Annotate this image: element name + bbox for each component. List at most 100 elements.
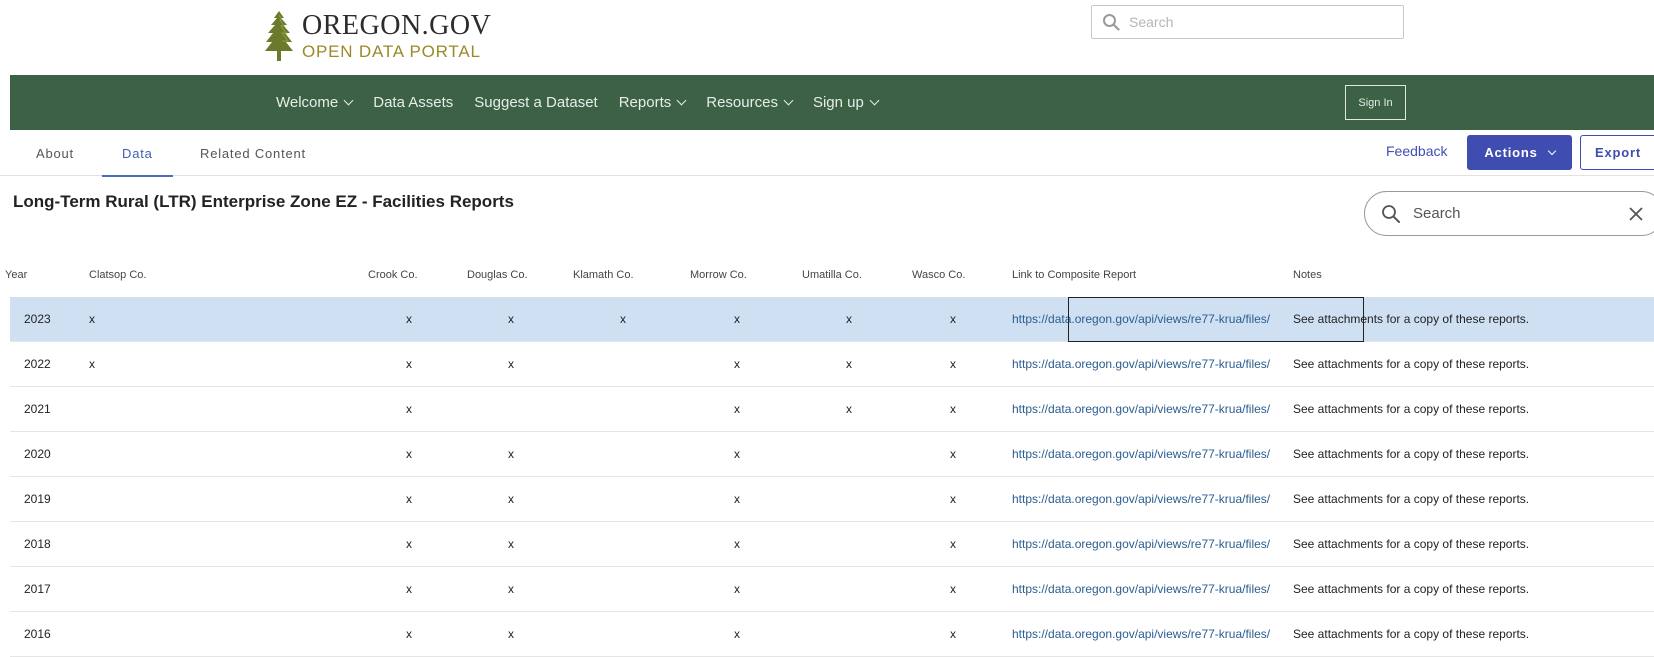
cell-link[interactable]: https://data.oregon.gov/api/views/re77-k… (1012, 537, 1297, 551)
search-icon (1103, 14, 1120, 31)
nav-item-suggest-a-dataset[interactable]: Suggest a Dataset (474, 94, 597, 111)
cell-morrow: x (734, 357, 740, 371)
cell-year: 2017 (24, 582, 51, 596)
cell-notes: See attachments for a copy of these repo… (1293, 357, 1530, 371)
cell-link[interactable]: https://data.oregon.gov/api/views/re77-k… (1012, 312, 1297, 326)
export-button[interactable]: Export (1580, 135, 1654, 170)
table-row[interactable]: 2019 x x x x https://data.oregon.gov/api/view… (10, 477, 1654, 522)
cell-year: 2019 (24, 492, 51, 506)
table-header: Year Clatsop Co. Crook Co. Douglas Co. Klama… (5, 255, 1654, 297)
cell-link[interactable]: https://data.oregon.gov/api/views/re77-k… (1012, 357, 1297, 371)
cell-year: 2020 (24, 447, 51, 461)
cell-crook: x (406, 357, 412, 371)
cell-crook: x (406, 312, 412, 326)
table-search-box[interactable] (1364, 191, 1654, 236)
cell-crook: x (406, 447, 412, 461)
table-body: 2023 x x x x x x x https://data.oregon.gov/api/v… (10, 297, 1654, 657)
column-header-morrow[interactable]: Morrow Co. (690, 269, 747, 281)
cell-crook: x (406, 582, 412, 596)
chevron-down-icon (783, 95, 794, 106)
cell-crook: x (406, 627, 412, 641)
cell-umatilla: x (846, 357, 852, 371)
site-search-input[interactable] (1129, 14, 1389, 30)
cell-crook: x (406, 402, 412, 416)
table-search-input[interactable] (1413, 205, 1623, 222)
cell-morrow: x (734, 402, 740, 416)
site-search-box[interactable] (1091, 5, 1404, 39)
cell-umatilla: x (846, 402, 852, 416)
close-icon[interactable] (1629, 206, 1643, 221)
cell-crook: x (406, 537, 412, 551)
column-header-wasco[interactable]: Wasco Co. (912, 269, 965, 281)
nav-item-welcome[interactable]: Welcome (276, 94, 354, 111)
column-header-notes[interactable]: Notes (1293, 269, 1322, 281)
cell-morrow: x (734, 312, 740, 326)
column-header-link[interactable]: Link to Composite Report (1012, 269, 1136, 281)
sign-in-button[interactable]: Sign In (1345, 85, 1406, 120)
cell-klamath: x (620, 312, 626, 326)
oregon-gov-logo[interactable]: OREGON.GOV OPEN DATA PORTAL (264, 8, 491, 64)
data-table: Year Clatsop Co. Crook Co. Douglas Co. Klama… (5, 255, 1654, 657)
cell-douglas: x (508, 447, 514, 461)
cell-year: 2018 (24, 537, 51, 551)
nav-item-label: Data Assets (373, 94, 454, 111)
cell-douglas: x (508, 312, 514, 326)
column-header-umatilla[interactable]: Umatilla Co. (802, 269, 862, 281)
cell-notes: See attachments for a copy of these repo… (1293, 537, 1530, 551)
nav-item-resources[interactable]: Resources (706, 94, 794, 111)
cell-wasco: x (950, 627, 956, 641)
column-header-crook[interactable]: Crook Co. (368, 269, 418, 281)
chevron-down-icon (343, 95, 354, 106)
cell-douglas: x (508, 357, 514, 371)
tab-about[interactable]: About (36, 130, 74, 176)
nav-item-sign-up[interactable]: Sign up (812, 94, 880, 111)
column-header-douglas[interactable]: Douglas Co. (467, 269, 528, 281)
cell-link[interactable]: https://data.oregon.gov/api/views/re77-k… (1012, 402, 1297, 416)
cell-link[interactable]: https://data.oregon.gov/api/views/re77-k… (1012, 447, 1297, 461)
nav-item-label: Reports (618, 94, 672, 111)
column-header-clatsop[interactable]: Clatsop Co. (89, 269, 146, 281)
cell-morrow: x (734, 537, 740, 551)
cell-link[interactable]: https://data.oregon.gov/api/views/re77-k… (1012, 582, 1297, 596)
cell-clatsop: x (89, 312, 95, 326)
nav-item-label: Sign up (812, 94, 864, 111)
logo-subtitle: OPEN DATA PORTAL (302, 42, 481, 61)
table-row[interactable]: 2016 x x x x https://data.oregon.gov/api/view… (10, 612, 1654, 657)
cell-wasco: x (950, 582, 956, 596)
table-row[interactable]: 2018 x x x x https://data.oregon.gov/api/view… (10, 522, 1654, 567)
cell-notes: See attachments for a copy of these repo… (1293, 312, 1530, 326)
nav-item-data-assets[interactable]: Data Assets (373, 94, 453, 111)
fir-tree-icon (265, 11, 293, 61)
nav-item-label: Suggest a Dataset (474, 94, 598, 111)
cell-link[interactable]: https://data.oregon.gov/api/views/re77-k… (1012, 627, 1297, 641)
column-header-klamath[interactable]: Klamath Co. (573, 269, 634, 281)
feedback-link[interactable]: Feedback (1386, 143, 1447, 159)
cell-wasco: x (950, 312, 956, 326)
table-row[interactable]: 2020 x x x x https://data.oregon.gov/api/view… (10, 432, 1654, 477)
table-row[interactable]: 2021 x x x x https://data.oregon.gov/api/view… (10, 387, 1654, 432)
tab-related-content[interactable]: Related Content (200, 130, 306, 176)
table-row[interactable]: 2023 x x x x x x x https://data.oregon.gov/api/v… (10, 297, 1654, 342)
table-row[interactable]: 2022 x x x x x x https://data.oregon.gov/api/vi… (10, 342, 1654, 387)
cell-wasco: x (950, 402, 956, 416)
cell-douglas: x (508, 537, 514, 551)
nav-item-reports[interactable]: Reports (618, 94, 687, 111)
actions-button[interactable]: Actions (1467, 135, 1572, 170)
logo-title: OREGON.GOV (302, 10, 492, 41)
cell-link[interactable]: https://data.oregon.gov/api/views/re77-k… (1012, 492, 1297, 506)
cell-morrow: x (734, 582, 740, 596)
cell-crook: x (406, 492, 412, 506)
cell-notes: See attachments for a copy of these repo… (1293, 582, 1530, 596)
cell-wasco: x (950, 537, 956, 551)
column-header-year[interactable]: Year (5, 269, 27, 281)
table-row[interactable]: 2017 x x x x https://data.oregon.gov/api/view… (10, 567, 1654, 612)
actions-label: Actions (1484, 145, 1538, 160)
cell-douglas: x (508, 627, 514, 641)
cell-wasco: x (950, 492, 956, 506)
cell-notes: See attachments for a copy of these repo… (1293, 402, 1530, 416)
cell-wasco: x (950, 447, 956, 461)
chevron-down-icon (676, 95, 687, 106)
cell-morrow: x (734, 492, 740, 506)
tab-data[interactable]: Data (102, 130, 173, 177)
site-header: OREGON.GOV OPEN DATA PORTAL (0, 0, 1654, 75)
